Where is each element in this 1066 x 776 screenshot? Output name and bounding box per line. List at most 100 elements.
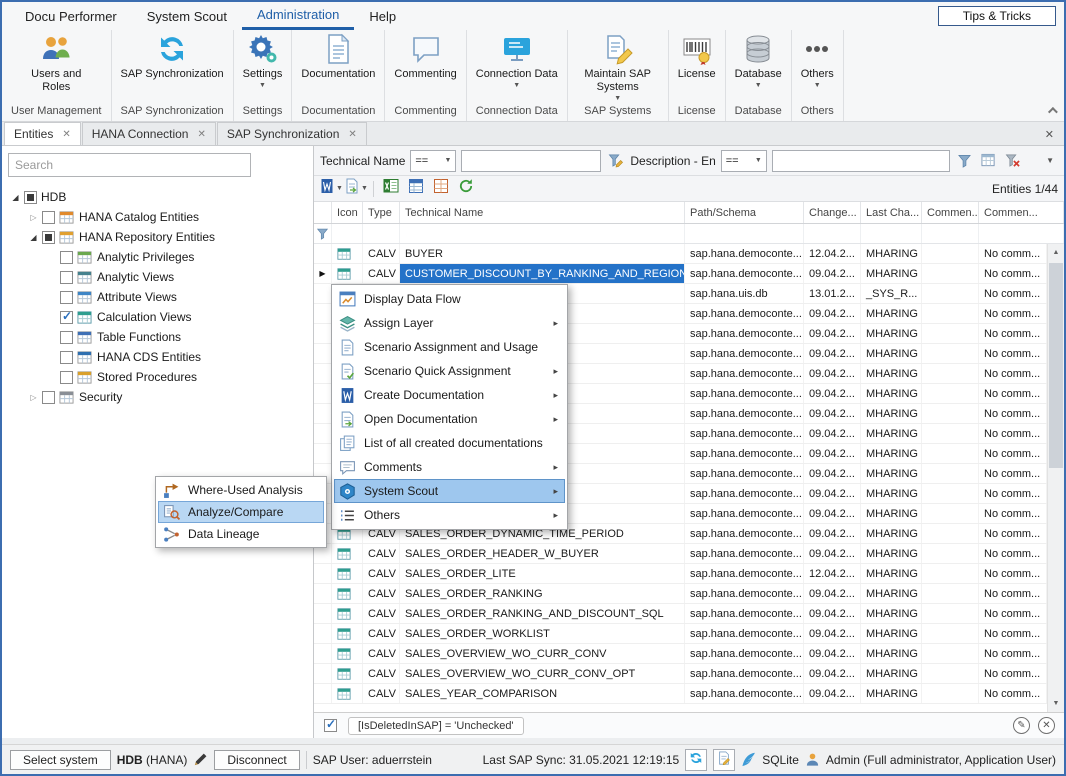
tree-checkbox[interactable] (60, 331, 73, 344)
column-header-last-cha[interactable]: Last Cha... (861, 202, 922, 223)
tab-sap-synchronization[interactable]: SAP Synchronization✕ (217, 122, 367, 145)
toolbar-button-export-grid-icon[interactable] (430, 178, 452, 199)
ribbon-collapse-button[interactable] (1044, 103, 1058, 117)
table-row[interactable]: CALVSALES_ORDER_RANKINGsap.hana.democont… (314, 584, 1047, 604)
table-row[interactable]: CALVSALES_OVERVIEW_WO_CURR_CONV_OPTsap.h… (314, 664, 1047, 684)
tree-checkbox[interactable] (24, 191, 37, 204)
toolbar-button-create-documentation-icon[interactable]: ▼ (320, 178, 342, 199)
sync-log-button[interactable] (713, 749, 735, 771)
menu-item-system-scout[interactable]: System Scout (132, 2, 242, 30)
row-filter-icon[interactable] (314, 224, 332, 243)
tab-entities[interactable]: Entities✕ (4, 122, 81, 145)
tree-item-hana-cds-entities[interactable]: HANA CDS Entities (2, 347, 313, 367)
table-row[interactable]: CALVBUYERsap.hana.democonte...12.04.2...… (314, 244, 1047, 264)
table-row[interactable]: ▶CALVCUSTOMER_DISCOUNT_BY_RANKING_AND_RE… (314, 264, 1047, 284)
filter-apply-icon[interactable] (955, 151, 974, 170)
filter-field1-input[interactable] (461, 150, 601, 172)
menu-item-list-of-all-created-documentations[interactable]: List of all created documentations (334, 431, 565, 455)
tree-item-analytic-privileges[interactable]: Analytic Privileges (2, 247, 313, 267)
column-header-indicator[interactable] (314, 202, 332, 223)
ribbon-button-documentation[interactable]: Documentation (301, 33, 375, 104)
toolbar-button-refresh-icon[interactable] (455, 178, 477, 199)
tree-checkbox[interactable] (42, 231, 55, 244)
tree-checkbox[interactable] (60, 251, 73, 264)
table-row[interactable]: CALVSALES_ORDER_LITEsap.hana.democonte..… (314, 564, 1047, 584)
ribbon-button-others[interactable]: Others▼ (801, 33, 834, 104)
tree-item-attribute-views[interactable]: Attribute Views (2, 287, 313, 307)
select-system-button[interactable]: Select system (10, 750, 111, 770)
menu-item-administration[interactable]: Administration (242, 2, 354, 30)
tips-and-tricks-button[interactable]: Tips & Tricks (938, 6, 1056, 26)
table-row[interactable]: CALVSALES_ORDER_WORKLISTsap.hana.democon… (314, 624, 1047, 644)
column-header-commen[interactable]: Commen... (922, 202, 979, 223)
tree-item-hdb[interactable]: ◢HDB (2, 187, 313, 207)
scrollbar-thumb[interactable] (1049, 263, 1063, 468)
tree-item-hana-repository-entities[interactable]: ◢HANA Repository Entities (2, 227, 313, 247)
table-row[interactable]: CALVSALES_ORDER_HEADER_W_BUYERsap.hana.d… (314, 544, 1047, 564)
menu-item-display-data-flow[interactable]: Display Data Flow (334, 287, 565, 311)
vertical-scrollbar[interactable]: ▲ ▼ (1047, 244, 1064, 712)
tree-checkbox[interactable] (42, 211, 55, 224)
search-input[interactable] (8, 153, 251, 177)
ribbon-button-sap-synchronization[interactable]: SAP Synchronization (121, 33, 224, 104)
collapse-icon[interactable]: ◢ (26, 233, 41, 242)
column-header-icon[interactable]: Icon (332, 202, 363, 223)
menu-item-docu-performer[interactable]: Docu Performer (10, 2, 132, 30)
submenu-item-analyze-compare[interactable]: Analyze/Compare (158, 501, 324, 523)
tree-checkbox[interactable] (60, 351, 73, 364)
menu-item-scenario-assignment-and-usage[interactable]: Scenario Assignment and Usage (334, 335, 565, 359)
ribbon-button-license[interactable]: License (678, 33, 716, 104)
tab-close-icon[interactable]: ✕ (348, 129, 356, 140)
menu-item-system-scout[interactable]: System Scout▸ (334, 479, 565, 503)
filter-advanced-icon[interactable] (979, 151, 998, 170)
tree-checkbox[interactable] (60, 291, 73, 304)
expand-icon[interactable]: ▷ (26, 393, 41, 402)
menu-item-comments[interactable]: Comments▸ (334, 455, 565, 479)
menu-item-scenario-quick-assignment[interactable]: Scenario Quick Assignment▸ (334, 359, 565, 383)
column-header-technical-name[interactable]: Technical Name (400, 202, 685, 223)
ribbon-button-settings[interactable]: Settings▼ (243, 33, 283, 104)
tab-close-icon[interactable]: ✕ (62, 129, 70, 140)
menu-item-open-documentation[interactable]: Open Documentation▸ (334, 407, 565, 431)
tree-checkbox[interactable] (60, 311, 73, 324)
collapse-icon[interactable]: ◢ (8, 193, 23, 202)
tree-item-analytic-views[interactable]: Analytic Views (2, 267, 313, 287)
tree-item-calculation-views[interactable]: Calculation Views (2, 307, 313, 327)
tree-checkbox[interactable] (60, 271, 73, 284)
filter-clear-icon[interactable] (1003, 151, 1022, 170)
submenu-item-where-used-analysis[interactable]: Where-Used Analysis (158, 479, 324, 501)
ribbon-button-maintain-sap-systems[interactable]: Maintain SAP Systems▼ (577, 33, 659, 104)
column-header-type[interactable]: Type (363, 202, 400, 223)
tree-item-stored-procedures[interactable]: Stored Procedures (2, 367, 313, 387)
disconnect-button[interactable]: Disconnect (214, 750, 299, 770)
remove-filter-button[interactable]: ✕ (1038, 717, 1055, 734)
menu-item-create-documentation[interactable]: Create Documentation▸ (334, 383, 565, 407)
table-row[interactable]: CALVSALES_OVERVIEW_WO_CURR_CONVsap.hana.… (314, 644, 1047, 664)
tree-item-security[interactable]: ▷Security (2, 387, 313, 407)
table-row[interactable]: CALVSALES_ORDER_RANKING_AND_DISCOUNT_SQL… (314, 604, 1047, 624)
ribbon-button-connection-data[interactable]: Connection Data▼ (476, 33, 558, 104)
filter-field2-input[interactable] (772, 150, 950, 172)
tabbar-close-icon[interactable]: ✕ (1045, 128, 1062, 145)
ribbon-button-users-and-roles[interactable]: Users and Roles (26, 33, 86, 104)
edit-filter-button[interactable]: ✎ (1013, 717, 1030, 734)
tab-close-icon[interactable]: ✕ (197, 129, 205, 140)
ribbon-button-database[interactable]: Database▼ (735, 33, 782, 104)
tree-item-table-functions[interactable]: Table Functions (2, 327, 313, 347)
toolbar-button-open-documentation-icon[interactable]: ▼ (345, 178, 367, 199)
expand-icon[interactable]: ▷ (26, 213, 41, 222)
ribbon-button-commenting[interactable]: Commenting (394, 33, 456, 104)
table-row[interactable]: CALVSALES_YEAR_COMPARISONsap.hana.democo… (314, 684, 1047, 704)
scrollbar-up-icon[interactable]: ▲ (1048, 244, 1064, 261)
tab-hana-connection[interactable]: HANA Connection✕ (82, 122, 216, 145)
filter-expand-icon[interactable]: ▼ (1042, 156, 1058, 165)
menu-item-assign-layer[interactable]: Assign Layer▸ (334, 311, 565, 335)
menu-item-help[interactable]: Help (354, 2, 411, 30)
filter-active-checkbox[interactable] (324, 719, 337, 732)
filter-field1-operator[interactable]: ==▼ (410, 150, 456, 172)
sync-now-button[interactable] (685, 749, 707, 771)
menu-item-others[interactable]: Others▸ (334, 503, 565, 527)
submenu-item-data-lineage[interactable]: Data Lineage (158, 523, 324, 545)
filter-field2-operator[interactable]: ==▼ (721, 150, 767, 172)
column-header-commen[interactable]: Commen... (979, 202, 1064, 223)
